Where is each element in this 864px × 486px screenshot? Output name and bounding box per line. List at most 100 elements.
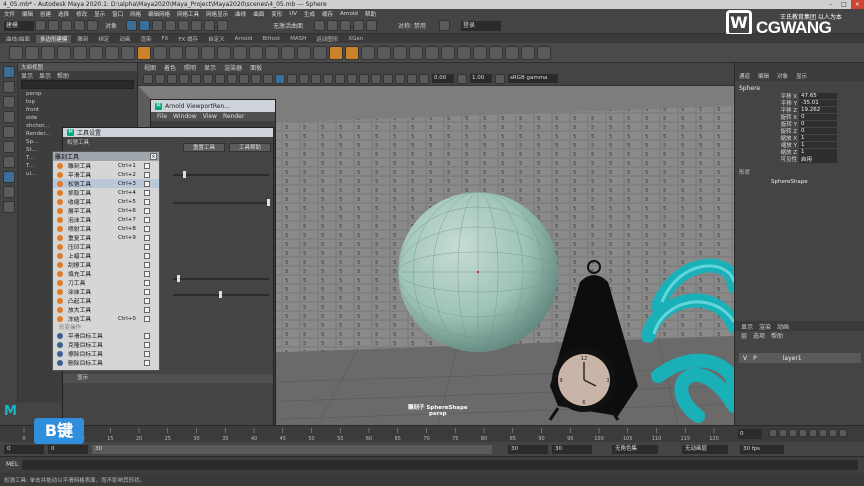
strength-slider[interactable] — [173, 202, 269, 204]
target-tool-item[interactable]: 擦除目标工具 — [53, 349, 159, 358]
go-to-start-icon[interactable] — [769, 429, 777, 437]
attribute-value[interactable]: 0 — [799, 127, 837, 134]
sculpt-tool-item[interactable]: 喷射工具 Ctrl+8 — [53, 224, 159, 233]
shelf-tab[interactable]: FX — [157, 36, 172, 42]
shelf-tab[interactable]: 自定义 — [204, 35, 229, 43]
target-tool-item[interactable]: 删除目标工具 — [53, 358, 159, 367]
lasso-tool-icon[interactable] — [2, 81, 15, 93]
shelf-tab[interactable]: 动画 — [115, 35, 134, 43]
bridge-icon[interactable] — [281, 45, 295, 60]
select-object-icon[interactable] — [139, 20, 150, 31]
layer-menu-item[interactable]: 帮助 — [771, 331, 783, 340]
camera-attr-icon[interactable] — [155, 73, 165, 84]
menu-item[interactable]: 创建 — [40, 10, 51, 18]
time-slider[interactable]: 0510152025303540455055606570758085909510… — [0, 425, 864, 442]
planar-map-icon[interactable] — [441, 45, 455, 60]
extrude-icon[interactable] — [265, 45, 279, 60]
center-pivot-icon[interactable] — [505, 45, 519, 60]
sculpt-tool-item[interactable]: 泡沫工具 Ctrl+7 — [53, 215, 159, 224]
tool-options-checkbox[interactable] — [144, 315, 150, 322]
history-icon[interactable] — [314, 20, 325, 31]
channel-box-menu-item[interactable]: 通道 — [739, 72, 750, 80]
shadows-icon[interactable] — [335, 73, 345, 84]
stamp-slider-handle[interactable] — [219, 291, 222, 298]
shelf-tab[interactable]: 多边形建模 — [35, 34, 72, 43]
poly-torus-icon[interactable] — [73, 45, 87, 60]
tool-options-checkbox[interactable] — [144, 225, 150, 232]
arnold-menu-item[interactable]: File — [157, 113, 167, 120]
attribute-row[interactable]: 旋转 Z0 — [735, 127, 864, 135]
menu-item[interactable]: 网格工具 — [177, 10, 199, 18]
sculpt-tool-item[interactable]: 抓取工具 Ctrl+4 — [53, 188, 159, 197]
color-space-select[interactable]: sRGB gamma — [508, 74, 558, 83]
tool-options-checkbox[interactable] — [144, 288, 150, 295]
anim-layer-select[interactable]: 无动画层 — [682, 445, 728, 454]
go-to-end-icon[interactable] — [839, 429, 847, 437]
quad-draw-icon[interactable] — [409, 45, 423, 60]
sculpt-tool-item[interactable]: 压印工具 — [53, 242, 159, 251]
field-chart-icon[interactable] — [239, 73, 249, 84]
fps-select[interactable]: 30 fps — [740, 445, 784, 454]
attribute-value[interactable]: 19.262 — [799, 106, 837, 113]
boolean-icon[interactable] — [233, 45, 247, 60]
arnold-menu-item[interactable]: Render — [223, 113, 244, 120]
unfold-icon[interactable] — [473, 45, 487, 60]
grid-icon[interactable] — [191, 73, 201, 84]
render-frame-icon[interactable] — [327, 20, 338, 31]
poly-disc-icon[interactable] — [105, 45, 119, 60]
tool-options-checkbox[interactable] — [144, 261, 150, 268]
layer-name[interactable]: layer1 — [783, 355, 802, 362]
falloff-slider-handle[interactable] — [177, 275, 180, 282]
play-forward-icon[interactable] — [809, 429, 817, 437]
resolution-gate-icon[interactable] — [215, 73, 225, 84]
reset-tool-button[interactable]: 重置工具 — [183, 143, 225, 152]
gamma-icon[interactable] — [457, 73, 467, 84]
sculpt-tool-item[interactable]: 填充工具 — [53, 269, 159, 278]
size-slider-handle[interactable] — [183, 171, 186, 178]
svg-icon[interactable] — [169, 45, 183, 60]
multi-cut-icon[interactable] — [329, 45, 343, 60]
workspace-icon[interactable] — [439, 20, 450, 31]
tool-options-checkbox[interactable] — [144, 171, 150, 178]
poly-plane-icon[interactable] — [89, 45, 103, 60]
step-forward-key-icon[interactable] — [819, 429, 827, 437]
sculpt-tool-item[interactable]: 放大工具 — [53, 305, 159, 314]
xray-component-icon[interactable] — [419, 73, 429, 84]
outliner-item[interactable]: persp — [18, 90, 137, 98]
gate-mask-icon[interactable] — [227, 73, 237, 84]
attribute-value[interactable]: -35.01 — [799, 99, 837, 106]
tool-options-checkbox[interactable] — [144, 180, 150, 187]
channel-box-menu-item[interactable]: 对象 — [777, 72, 788, 80]
lights-icon[interactable] — [323, 73, 333, 84]
menu-item[interactable]: UV — [289, 11, 297, 17]
shelf-tab[interactable]: 雕刻 — [73, 35, 92, 43]
xray-icon[interactable] — [395, 73, 405, 84]
undo-icon[interactable] — [74, 20, 85, 31]
ipr-render-icon[interactable] — [353, 20, 364, 31]
viewport-menu-item[interactable]: 显示 — [204, 63, 216, 72]
tool-options-checkbox[interactable] — [144, 216, 150, 223]
tool-settings-title-bar[interactable]: M 工具设置 — [63, 128, 273, 137]
tool-options-checkbox[interactable] — [144, 297, 150, 304]
shelf-tab[interactable]: XGen — [344, 36, 367, 42]
menu-item[interactable]: 编辑 — [22, 10, 33, 18]
tool-options-checkbox[interactable] — [144, 234, 150, 241]
menu-item[interactable]: 变形 — [271, 10, 282, 18]
snap-point-icon[interactable] — [191, 20, 202, 31]
viewport-menu-item[interactable]: 着色 — [164, 63, 176, 72]
sculpt-tool-item[interactable]: 雕刻工具 Ctrl+1 — [53, 161, 159, 170]
tool-options-checkbox[interactable] — [144, 341, 150, 348]
step-back-key-icon[interactable] — [789, 429, 797, 437]
falloff-slider[interactable] — [173, 278, 269, 280]
color-manage-icon[interactable] — [495, 73, 505, 84]
motion-blur-icon[interactable] — [359, 73, 369, 84]
open-scene-icon[interactable] — [48, 20, 59, 31]
shelf-tab[interactable]: Bifrost — [258, 36, 284, 42]
tool-options-checkbox[interactable] — [144, 198, 150, 205]
menu-item[interactable]: 编辑网格 — [148, 10, 170, 18]
poly-cone-icon[interactable] — [57, 45, 71, 60]
layer-tab[interactable]: 动画 — [777, 322, 789, 331]
viewport-menu-item[interactable]: 渲染器 — [224, 63, 242, 72]
bevel-icon[interactable] — [297, 45, 311, 60]
shelf-tab[interactable]: FX 缓存 — [174, 35, 202, 43]
